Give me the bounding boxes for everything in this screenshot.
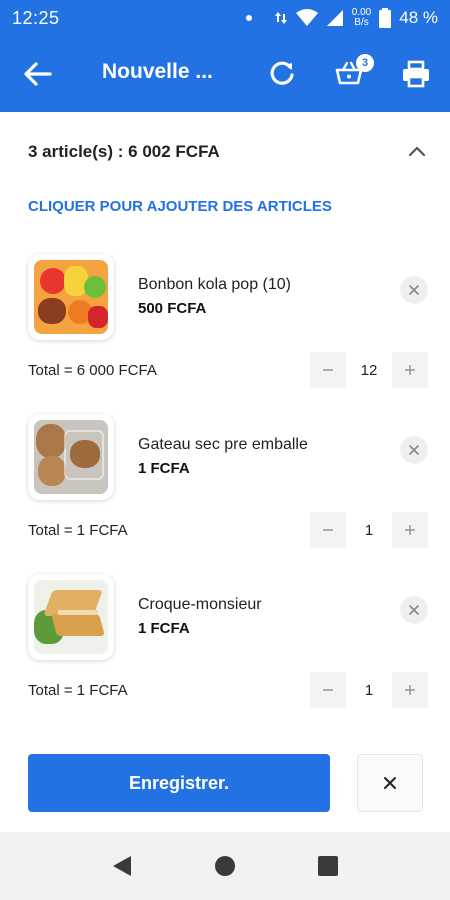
back-arrow-icon[interactable] xyxy=(22,60,54,88)
close-icon xyxy=(384,777,396,789)
candy-image xyxy=(34,260,108,334)
plus-icon xyxy=(405,365,415,375)
cart-badge: 3 xyxy=(356,54,374,72)
quantity-value[interactable]: 12 xyxy=(346,362,392,379)
nav-back-icon[interactable] xyxy=(111,854,133,878)
order-summary[interactable]: 3 article(s) : 6 002 FCFA xyxy=(28,138,428,166)
remove-item-button[interactable] xyxy=(400,596,428,624)
close-icon xyxy=(409,605,419,615)
quantity-value[interactable]: 1 xyxy=(346,522,392,539)
quantity-stepper: 12 xyxy=(310,352,428,388)
item-image xyxy=(28,254,114,340)
item-total-row: Total = 6 000 FCFA 12 xyxy=(28,352,428,388)
minus-icon xyxy=(323,689,333,691)
quantity-value[interactable]: 1 xyxy=(346,682,392,699)
network-speed: 0.00 B/s xyxy=(352,8,371,28)
status-icons: 0.00 B/s 48 % xyxy=(245,8,438,28)
battery-percent: 48 % xyxy=(399,8,438,27)
cart-item: Bonbon kola pop (10) 500 FCFA Total = 6 … xyxy=(28,254,428,388)
notification-dot-icon xyxy=(245,15,252,21)
item-total: Total = 1 FCFA xyxy=(28,521,128,539)
item-name: Gateau sec pre emballe xyxy=(138,436,308,453)
item-name: Croque-monsieur xyxy=(138,596,262,613)
wifi-icon xyxy=(295,9,318,26)
item-price: 500 FCFA xyxy=(138,300,207,317)
quantity-stepper: 1 xyxy=(310,512,428,548)
chevron-up-icon[interactable] xyxy=(406,141,428,163)
close-icon xyxy=(409,445,419,455)
quantity-stepper: 1 xyxy=(310,672,428,708)
item-total-row: Total = 1 FCFA 1 xyxy=(28,672,428,708)
minus-icon xyxy=(323,529,333,531)
item-price: 1 FCFA xyxy=(138,620,190,637)
network-speed-unit: B/s xyxy=(354,17,369,28)
status-time: 12:25 xyxy=(12,7,60,28)
page-title: Nouvelle ... xyxy=(102,60,213,83)
app-bar: Nouvelle ... 3 xyxy=(0,36,450,112)
battery-icon xyxy=(379,8,392,28)
decrement-button[interactable] xyxy=(310,352,346,388)
print-icon[interactable] xyxy=(400,58,432,90)
add-articles-link[interactable]: CLIQUER POUR AJOUTER DES ARTICLES xyxy=(28,198,332,215)
save-button[interactable]: Enregistrer. xyxy=(28,754,330,812)
item-total: Total = 6 000 FCFA xyxy=(28,361,157,379)
close-icon xyxy=(409,285,419,295)
refresh-icon[interactable] xyxy=(266,58,298,90)
status-bar: 12:25 0.00 B/s 48 % xyxy=(0,0,450,36)
item-total: Total = 1 FCFA xyxy=(28,681,128,699)
sandwich-image xyxy=(34,580,108,654)
nav-home-icon[interactable] xyxy=(214,855,236,877)
item-name: Bonbon kola pop (10) xyxy=(138,276,291,293)
cancel-button[interactable] xyxy=(357,754,423,812)
remove-item-button[interactable] xyxy=(400,276,428,304)
plus-icon xyxy=(405,685,415,695)
remove-item-button[interactable] xyxy=(400,436,428,464)
summary-text: 3 article(s) : 6 002 FCFA xyxy=(28,142,220,161)
item-total-row: Total = 1 FCFA 1 xyxy=(28,512,428,548)
decrement-button[interactable] xyxy=(310,512,346,548)
item-price: 1 FCFA xyxy=(138,460,190,477)
system-nav-bar xyxy=(0,832,450,900)
increment-button[interactable] xyxy=(392,352,428,388)
decrement-button[interactable] xyxy=(310,672,346,708)
cart-item: Gateau sec pre emballe 1 FCFA Total = 1 … xyxy=(28,414,428,548)
cart-button[interactable]: 3 xyxy=(334,54,374,90)
item-image xyxy=(28,574,114,660)
increment-button[interactable] xyxy=(392,672,428,708)
cart-item: Croque-monsieur 1 FCFA Total = 1 FCFA 1 xyxy=(28,574,428,708)
item-image xyxy=(28,414,114,500)
cookie-image xyxy=(34,420,108,494)
increment-button[interactable] xyxy=(392,512,428,548)
minus-icon xyxy=(323,369,333,371)
data-arrows-icon xyxy=(274,12,287,24)
plus-icon xyxy=(405,525,415,535)
nav-recents-icon[interactable] xyxy=(317,855,339,877)
cell-signal-icon xyxy=(326,10,343,26)
